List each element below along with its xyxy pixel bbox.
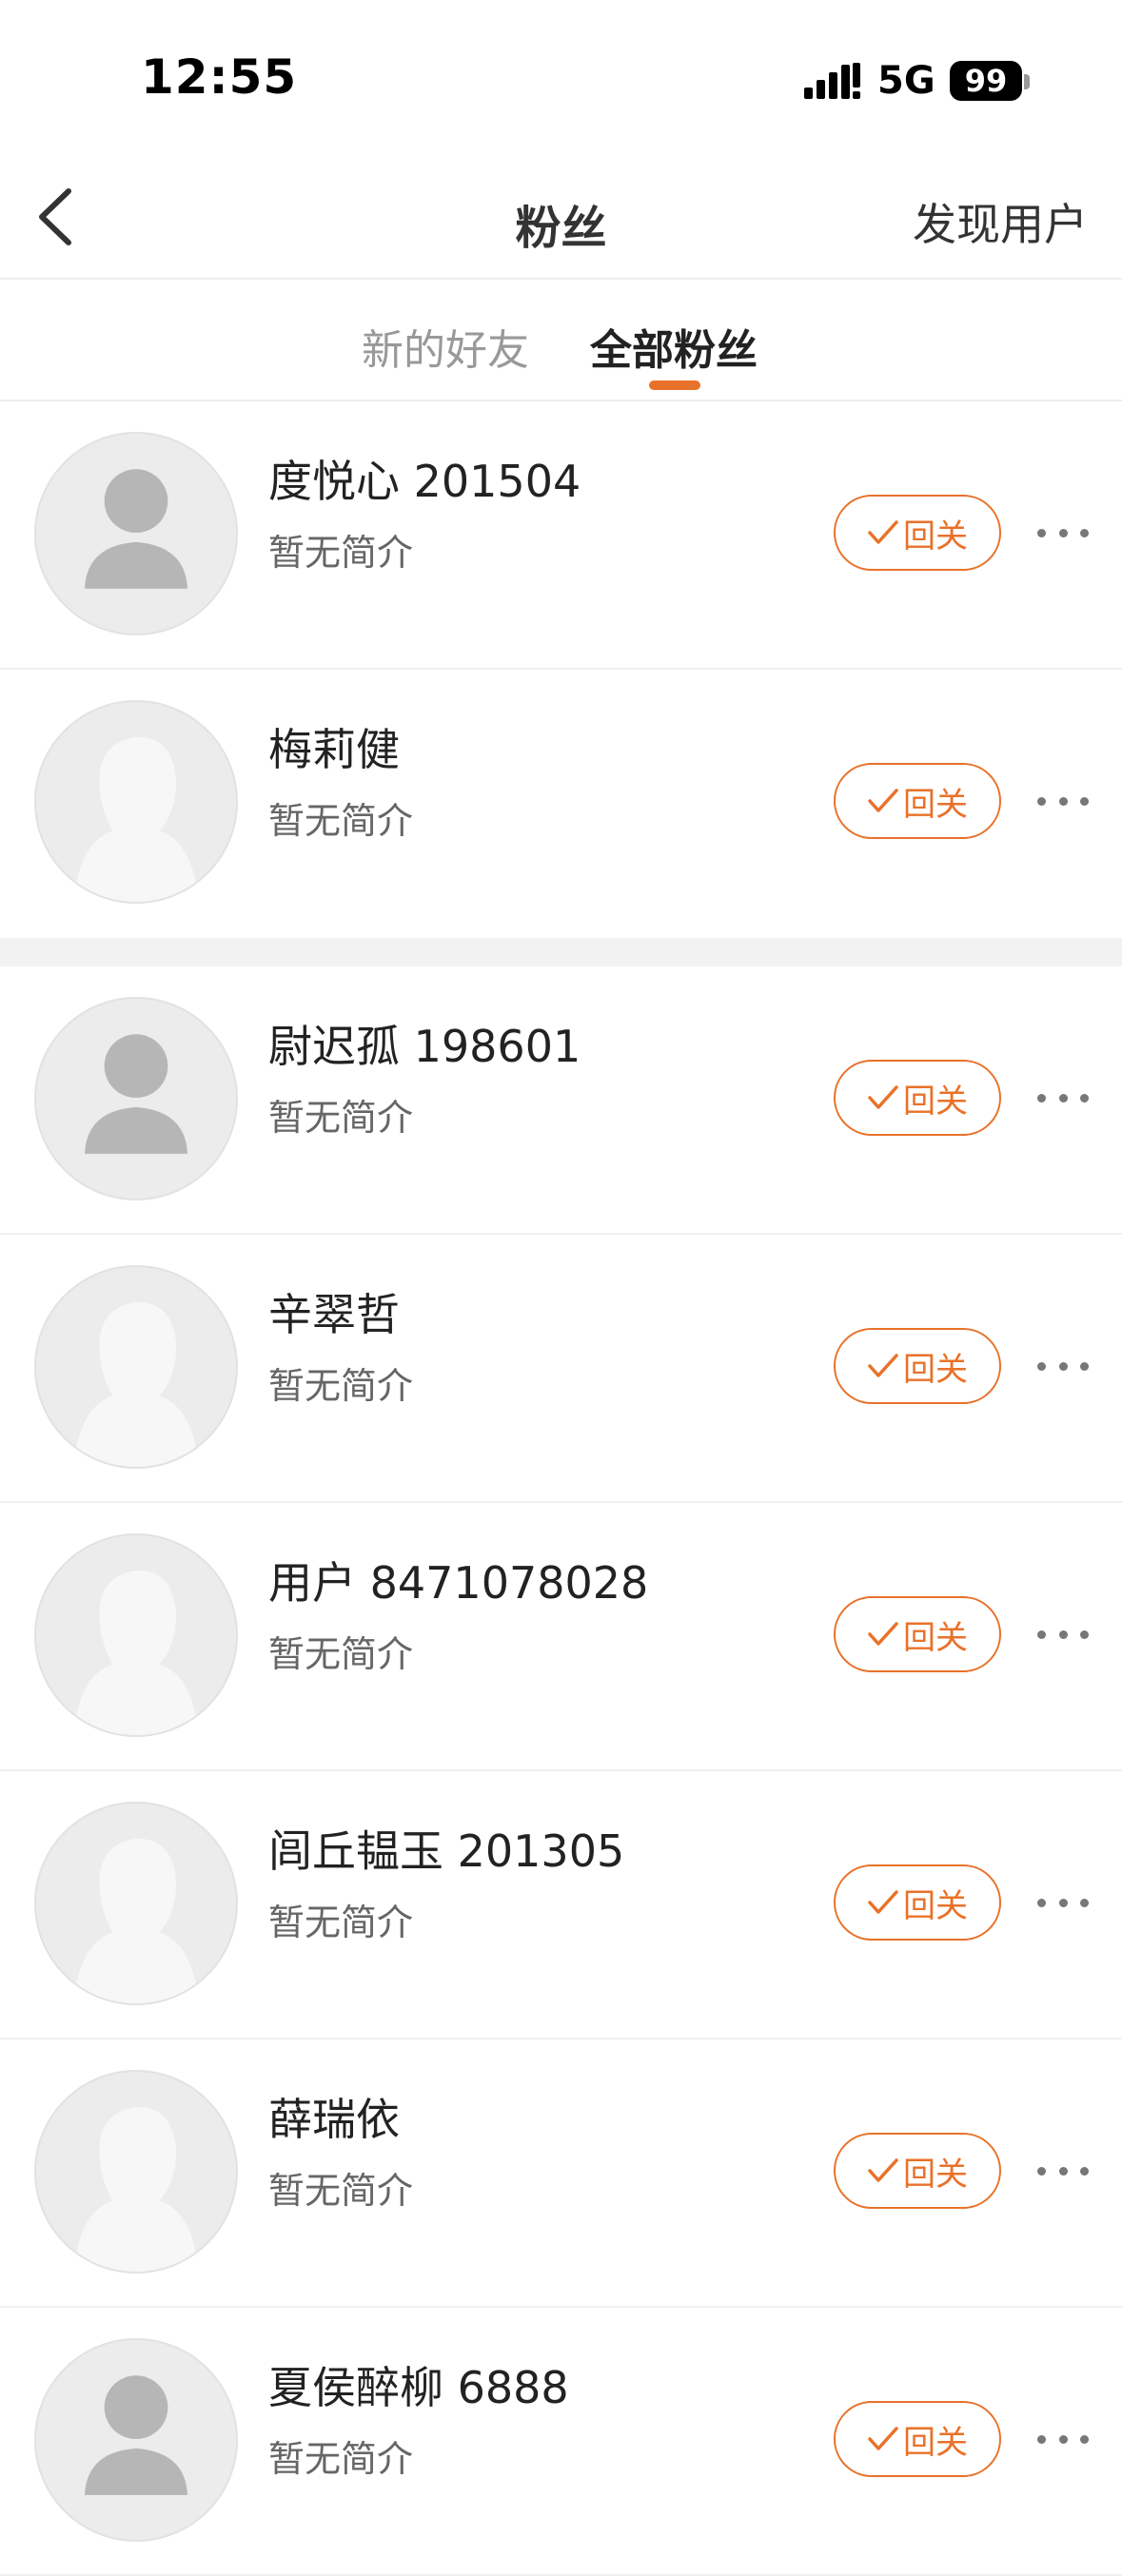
user-name[interactable]: 薛瑞依 (268, 2085, 400, 2148)
more-icon[interactable] (1037, 1345, 1089, 1387)
follow-back-button[interactable]: 回关 (834, 1864, 1001, 1941)
check-icon (868, 1890, 898, 1914)
follow-back-button[interactable]: 回关 (834, 763, 1001, 839)
check-icon (868, 1085, 898, 1109)
more-icon[interactable] (1037, 1882, 1089, 1923)
user-name[interactable]: 尉迟孤 198601 (268, 1012, 581, 1075)
user-bio: 暂无简介 (268, 1365, 414, 1407)
follow-back-button[interactable]: 回关 (834, 2133, 1001, 2209)
tab-all-fans[interactable]: 全部粉丝 (590, 316, 758, 377)
network-type: 5G (877, 59, 935, 103)
list-item[interactable]: 度悦心 201504 暂无简介 回关 (0, 401, 1122, 670)
list-item[interactable]: 夏侯醉柳 6888 暂无简介 回关 (0, 2308, 1122, 2576)
default-avatar-light-icon[interactable] (34, 1533, 238, 1737)
follow-back-label: 回关 (903, 1082, 968, 1121)
user-bio: 暂无简介 (268, 532, 414, 574)
more-icon[interactable] (1037, 2150, 1089, 2192)
user-name[interactable]: 度悦心 201504 (268, 447, 581, 510)
follow-back-label: 回关 (903, 1350, 968, 1389)
default-avatar-light-icon[interactable] (34, 1802, 238, 2005)
user-name[interactable]: 辛翠哲 (268, 1280, 400, 1343)
default-avatar-dark-icon[interactable] (34, 432, 238, 635)
user-name[interactable]: 闾丘韫玉 201305 (268, 1817, 624, 1880)
user-bio: 暂无简介 (268, 2170, 414, 2212)
check-icon (868, 2158, 898, 2182)
check-icon (868, 520, 898, 544)
follow-back-button[interactable]: 回关 (834, 1328, 1001, 1404)
user-name[interactable]: 用户 8471078028 (268, 1549, 648, 1611)
default-avatar-dark-icon[interactable] (34, 997, 238, 1200)
battery-icon: 99 (950, 61, 1022, 101)
user-name[interactable]: 梅莉健 (268, 715, 400, 778)
more-icon[interactable] (1037, 1077, 1089, 1119)
signal-icon (804, 63, 860, 99)
battery-tip (1024, 74, 1030, 89)
list-item[interactable]: 梅莉健 暂无简介 回关 (0, 670, 1122, 938)
follow-back-label: 回关 (903, 517, 968, 556)
follow-back-label: 回关 (903, 2423, 968, 2462)
list-item[interactable]: 尉迟孤 198601 暂无简介 回关 (0, 966, 1122, 1235)
user-bio: 暂无简介 (268, 2438, 414, 2480)
more-icon[interactable] (1037, 1613, 1089, 1655)
check-icon (868, 1622, 898, 1646)
check-icon (868, 2427, 898, 2450)
list-item[interactable]: 薛瑞依 暂无简介 回关 (0, 2039, 1122, 2308)
follow-back-label: 回关 (903, 2155, 968, 2194)
check-icon (868, 789, 898, 812)
user-bio: 暂无简介 (268, 1902, 414, 1943)
discover-users-button[interactable]: 发现用户 (913, 190, 1088, 253)
nav-bar: 粉丝 发现用户 (0, 152, 1122, 280)
default-avatar-dark-icon[interactable] (34, 2338, 238, 2542)
list-item[interactable]: 用户 8471078028 暂无简介 回关 (0, 1503, 1122, 1771)
follow-back-button[interactable]: 回关 (834, 2401, 1001, 2477)
tab-new-friends[interactable]: 新的好友 (362, 316, 529, 377)
follow-back-label: 回关 (903, 1618, 968, 1657)
more-icon[interactable] (1037, 2418, 1089, 2460)
list-item[interactable]: 闾丘韫玉 201305 暂无简介 回关 (0, 1771, 1122, 2039)
list-item[interactable]: 辛翠哲 暂无简介 回关 (0, 1235, 1122, 1503)
user-name[interactable]: 夏侯醉柳 6888 (268, 2353, 569, 2416)
default-avatar-light-icon[interactable] (34, 700, 238, 904)
fans-list: 度悦心 201504 暂无简介 回关 梅莉健 暂无简介 回关 尉迟孤 19860… (0, 401, 1122, 2576)
default-avatar-light-icon[interactable] (34, 1265, 238, 1469)
check-icon (868, 1354, 898, 1377)
user-bio: 暂无简介 (268, 800, 414, 842)
follow-back-label: 回关 (903, 1886, 968, 1925)
status-time: 12:55 (141, 49, 298, 105)
active-tab-indicator (649, 381, 700, 390)
more-icon[interactable] (1037, 512, 1089, 554)
default-avatar-light-icon[interactable] (34, 2070, 238, 2274)
user-bio: 暂无简介 (268, 1097, 414, 1139)
user-bio: 暂无简介 (268, 1633, 414, 1675)
tab-bar: 新的好友 全部粉丝 (0, 278, 1122, 401)
follow-back-button[interactable]: 回关 (834, 1596, 1001, 1672)
more-icon[interactable] (1037, 780, 1089, 822)
follow-back-button[interactable]: 回关 (834, 1060, 1001, 1136)
section-divider (0, 938, 1122, 966)
status-bar: 12:55 5G 99 (0, 0, 1122, 152)
follow-back-button[interactable]: 回关 (834, 495, 1001, 571)
follow-back-label: 回关 (903, 785, 968, 824)
